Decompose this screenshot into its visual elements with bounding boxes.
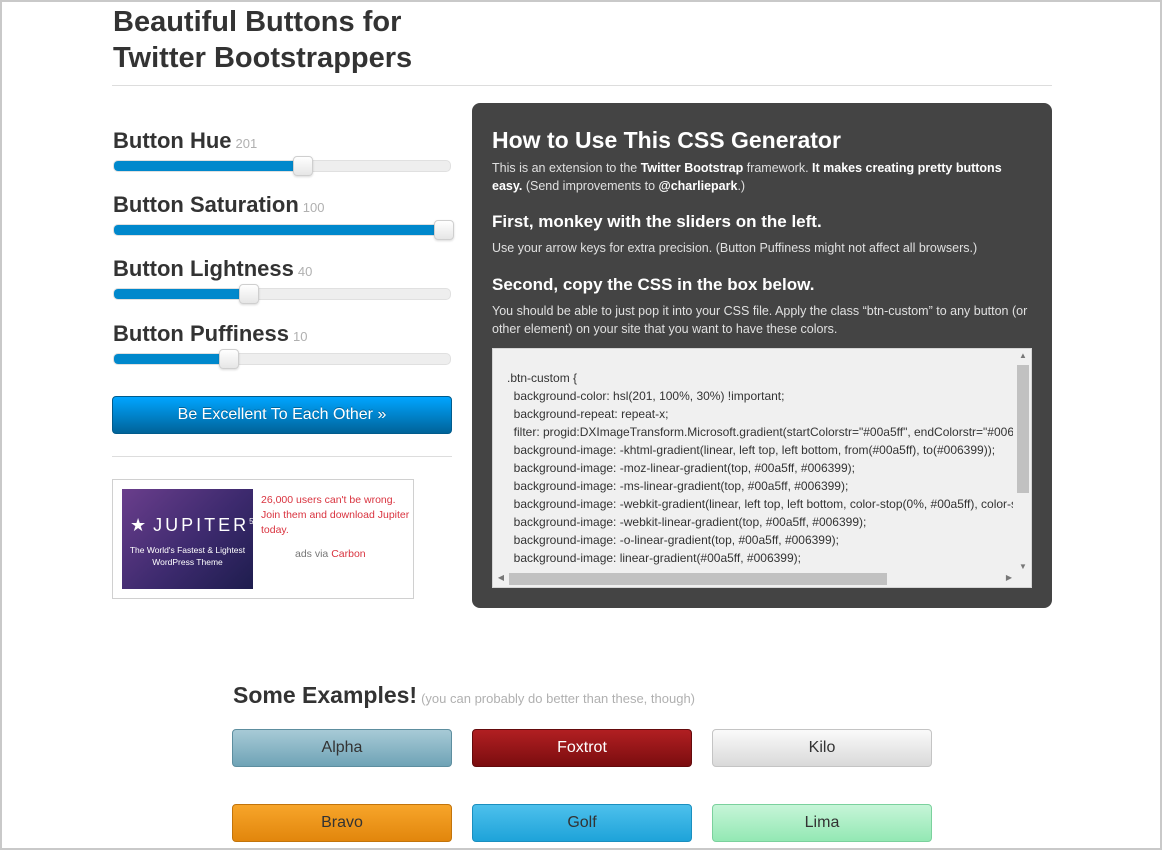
ad-via: ads via Carbon: [295, 548, 366, 560]
css-code-text[interactable]: .btn-custom { background-color: hsl(201,…: [507, 369, 1013, 585]
example-button-foxtrot[interactable]: Foxtrot: [472, 729, 692, 767]
example-button-bravo[interactable]: Bravo: [232, 804, 452, 842]
code-line: background-image: linear-gradient(#00a5f…: [507, 551, 801, 565]
panel-intro-text-1: This is an extension to the: [492, 161, 641, 175]
code-line: background-image: -moz-linear-gradient(t…: [507, 461, 855, 475]
puffiness-control: Button Puffiness 10: [113, 321, 453, 369]
ad-via-prefix: ads via: [295, 548, 329, 560]
panel-intro-bold-3: @charliepark: [658, 179, 738, 193]
panel-intro-bold-1: Twitter Bootstrap: [640, 161, 744, 175]
puffiness-slider[interactable]: [113, 349, 451, 369]
saturation-label: Button Saturation: [113, 192, 299, 217]
example-button-golf[interactable]: Golf: [472, 804, 692, 842]
ad-image-title-sup: 5: [249, 517, 254, 526]
code-line: background-image: -o-linear-gradient(top…: [507, 533, 839, 547]
ad-image-title: JUPITER: [153, 515, 250, 535]
ad-text[interactable]: 26,000 users can't be wrong. Join them a…: [261, 493, 411, 538]
lightness-control: Button Lightness 40: [113, 256, 453, 304]
vertical-scrollbar[interactable]: ▲ ▼: [1015, 349, 1031, 573]
lightness-label: Button Lightness: [113, 256, 294, 281]
code-line: background-image: -khtml-gradient(linear…: [507, 443, 996, 457]
carbon-link[interactable]: Carbon: [331, 548, 365, 560]
code-line: background-image: -webkit-gradient(linea…: [513, 497, 1013, 511]
puffiness-value: 10: [293, 329, 308, 344]
code-line: .btn-custom {: [507, 371, 578, 385]
saturation-slider-handle[interactable]: [434, 220, 454, 240]
puffiness-slider-fill: [114, 354, 229, 364]
hue-slider[interactable]: [113, 156, 451, 176]
panel-intro-text-3: (Send improvements to: [522, 179, 659, 193]
step1-text: Use your arrow keys for extra precision.…: [492, 241, 978, 255]
code-line: background-repeat: repeat-x;: [507, 407, 669, 421]
page-title-line-1: Beautiful Buttons for: [113, 6, 402, 38]
hue-value: 201: [235, 136, 258, 151]
lightness-slider[interactable]: [113, 284, 451, 304]
css-code-box[interactable]: .btn-custom { background-color: hsl(201,…: [492, 348, 1032, 588]
panel-title: How to Use This CSS Generator: [492, 127, 841, 153]
ad-image[interactable]: ★ JUPITER5 The World's Fastest & Lightest…: [122, 489, 254, 589]
saturation-value: 100: [302, 200, 325, 215]
step1-title: First, monkey with the sliders on the le…: [492, 212, 822, 231]
title-divider: [112, 85, 1052, 86]
vertical-scroll-thumb[interactable]: [1017, 365, 1029, 493]
code-line: background-image: -webkit-linear-gradien…: [507, 515, 867, 529]
carbon-ad: ★ JUPITER5 The World's Fastest & Lightest…: [112, 479, 414, 599]
horizontal-scrollbar[interactable]: ◀ ▶: [493, 571, 1017, 587]
preview-button[interactable]: Be Excellent To Each Other »: [112, 396, 452, 434]
star-icon: ★: [130, 515, 150, 535]
hue-label: Button Hue: [113, 128, 232, 153]
example-button-kilo[interactable]: Kilo: [712, 729, 932, 767]
code-line: background-color: hsl(201, 100%, 30%) !i…: [507, 389, 785, 403]
horizontal-scroll-thumb[interactable]: [509, 573, 887, 585]
saturation-slider[interactable]: [113, 220, 454, 240]
examples-title: Some Examples!: [233, 682, 418, 708]
scroll-up-icon[interactable]: ▲: [1015, 351, 1031, 360]
lightness-slider-fill: [114, 289, 249, 299]
ad-image-sub-2: WordPress Theme: [152, 557, 223, 567]
panel-intro-text-4: .): [737, 179, 746, 193]
lightness-value: 40: [297, 264, 313, 279]
panel-intro-text-2: framework.: [743, 161, 813, 175]
hue-control: Button Hue 201: [113, 128, 453, 176]
panel-intro: This is an extension to the Twitter Boot…: [492, 159, 1032, 195]
code-line: background-image: -ms-linear-gradient(to…: [507, 479, 849, 493]
scroll-down-icon[interactable]: ▼: [1015, 562, 1031, 571]
left-divider: [112, 456, 452, 457]
example-button-lima[interactable]: Lima: [712, 804, 932, 842]
ad-image-sub-1: The World's Fastest & Lightest: [129, 545, 246, 555]
step2-text: You should be able to just pop it into y…: [492, 304, 1028, 336]
scroll-right-icon[interactable]: ▶: [1001, 573, 1017, 582]
example-button-alpha[interactable]: Alpha: [232, 729, 452, 767]
step2-title: Second, copy the CSS in the box below.: [492, 275, 815, 294]
hue-slider-handle[interactable]: [293, 156, 313, 176]
saturation-control: Button Saturation 100: [113, 192, 454, 240]
puffiness-slider-handle[interactable]: [219, 349, 239, 369]
examples-subtitle: (you can probably do better than these, …: [421, 691, 696, 706]
page-title: Beautiful Buttons for Twitter Bootstrapp…: [113, 4, 412, 76]
saturation-slider-fill: [114, 225, 452, 235]
hue-slider-fill: [114, 161, 303, 171]
page-title-line-2: Twitter Bootstrappers: [113, 42, 413, 74]
examples-heading: Some Examples! (you can probably do bette…: [233, 682, 695, 709]
instructions-panel: How to Use This CSS Generator This is an…: [472, 103, 1052, 608]
lightness-slider-handle[interactable]: [239, 284, 259, 304]
puffiness-label: Button Puffiness: [113, 321, 289, 346]
scroll-left-icon[interactable]: ◀: [493, 573, 509, 582]
code-line: filter: progid:DXImageTransform.Microsof…: [507, 425, 1013, 439]
